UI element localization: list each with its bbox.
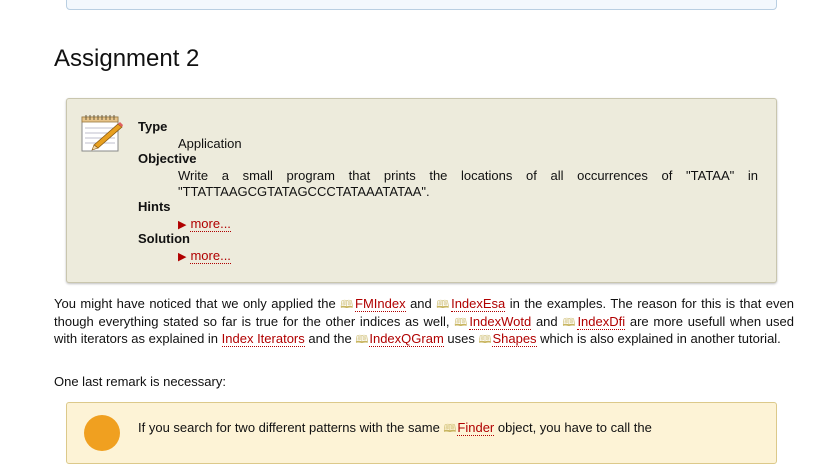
triangle-right-icon: ▶: [178, 251, 187, 263]
warning-box: If you search for two different patterns…: [66, 402, 777, 464]
previous-box: [66, 0, 777, 10]
objective-label: Objective: [138, 151, 197, 166]
solution-label: Solution: [138, 231, 190, 246]
hints-more-link[interactable]: more...: [190, 216, 231, 232]
book-icon: 🕮: [355, 334, 369, 346]
link-finder[interactable]: Finder: [457, 420, 495, 436]
type-label: Type: [138, 119, 168, 134]
book-icon: 🕮: [454, 316, 469, 329]
link-indexwotd[interactable]: IndexWotd: [469, 313, 532, 330]
hints-more[interactable]: ▶ more...: [178, 216, 231, 232]
objective-line1: Write a small program that prints the lo…: [178, 168, 758, 183]
link-indexdfi[interactable]: IndexDfi: [577, 313, 626, 330]
paragraph-indices: You might have noticed that we only appl…: [54, 296, 794, 347]
link-fmindex[interactable]: FMIndex: [355, 296, 406, 312]
book-icon: 🕮: [436, 299, 451, 311]
paragraph-remark: One last remark is necessary:: [54, 374, 226, 389]
book-icon: 🕮: [340, 299, 355, 311]
link-index-iterators[interactable]: Index Iterators: [221, 331, 305, 347]
hints-label: Hints: [138, 199, 171, 214]
warning-text: If you search for two different patterns…: [138, 420, 652, 436]
link-shapes[interactable]: Shapes: [492, 331, 537, 347]
solution-more-link[interactable]: more...: [190, 248, 231, 264]
triangle-right-icon: ▶: [178, 219, 187, 231]
objective-line2: "TTATTAAGCGTATAGCCCTATAAATATAA".: [178, 184, 430, 199]
book-icon: 🕮: [478, 334, 492, 346]
assignment-box: Type Application Objective Write a small…: [66, 98, 777, 283]
link-indexqgram[interactable]: IndexQGram: [369, 331, 444, 347]
link-indexesa[interactable]: IndexEsa: [451, 296, 506, 312]
book-icon: 🕮: [443, 423, 457, 435]
solution-more[interactable]: ▶ more...: [178, 248, 231, 264]
type-value: Application: [178, 136, 242, 151]
warning-icon: [84, 415, 120, 451]
page-heading: Assignment 2: [54, 45, 200, 72]
notepad-pencil-icon: [81, 115, 123, 152]
book-icon: 🕮: [562, 316, 577, 329]
